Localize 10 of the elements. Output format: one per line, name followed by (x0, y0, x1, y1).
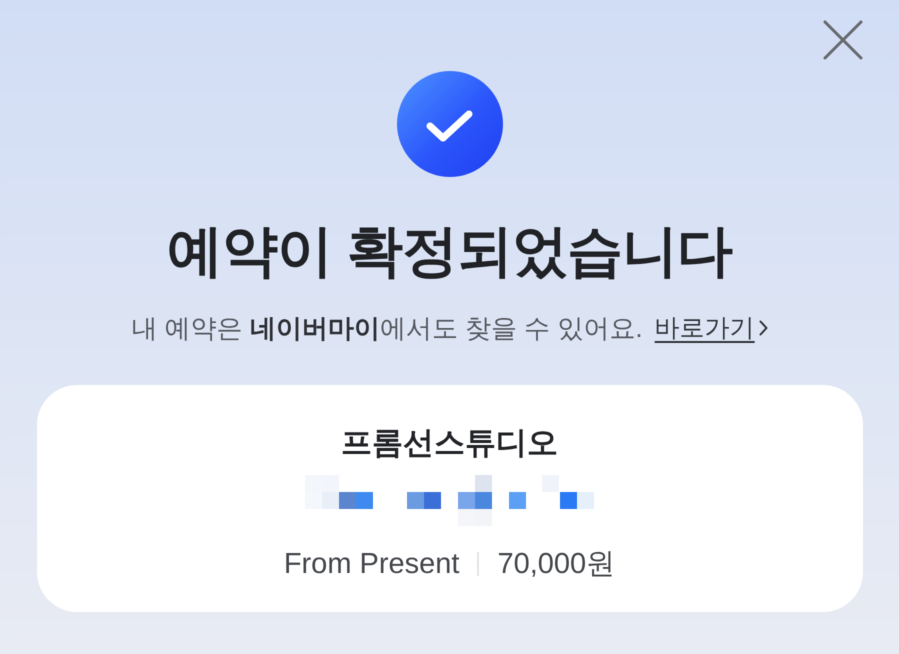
close-button[interactable] (821, 18, 865, 62)
source-text: From Present (284, 547, 460, 582)
notice-text: 내 예약은 네이버마이에서도 찾을 수 있어요. (131, 312, 643, 345)
go-link[interactable]: 바로가기 (654, 310, 768, 346)
price-text: 70,000원 (497, 547, 616, 582)
chevron-right-icon (758, 320, 768, 336)
close-icon (823, 20, 863, 60)
confirmation-title: 예약이 확정되었습니다 (167, 218, 732, 284)
check-circle-icon (396, 71, 502, 177)
studio-name: 프롬선스튜디오 (341, 424, 558, 462)
